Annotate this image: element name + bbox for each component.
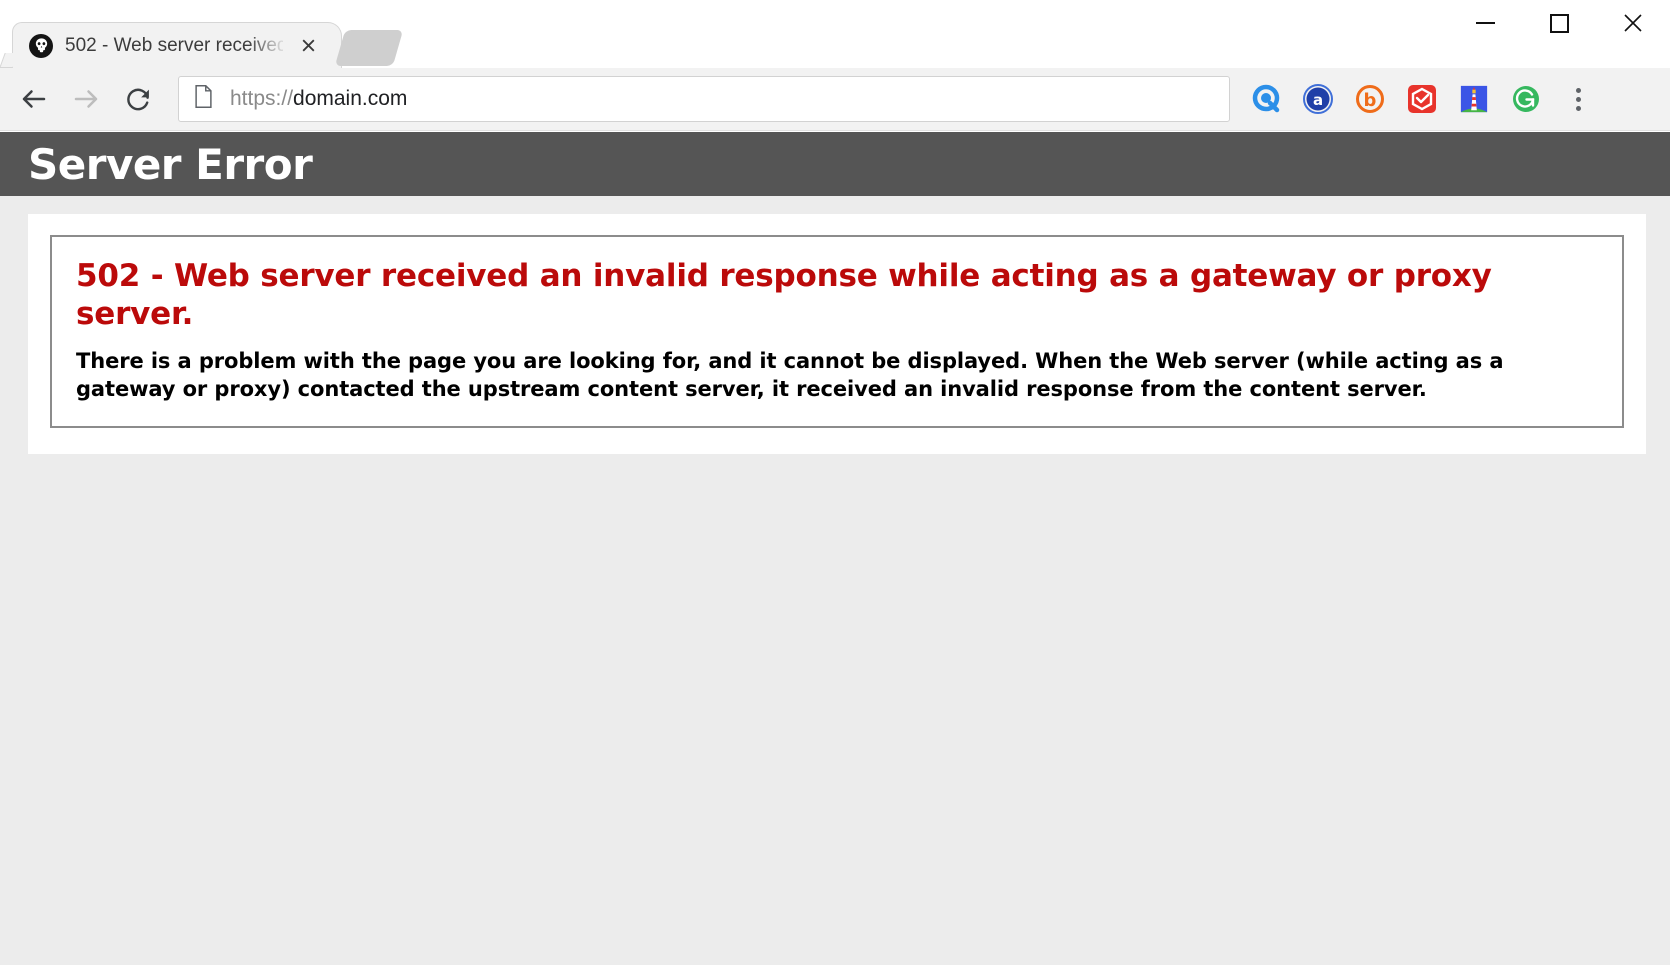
- svg-text:b: b: [1364, 90, 1377, 111]
- url-scheme: https://: [230, 87, 294, 110]
- page-content: Server Error 502 - Web server received a…: [0, 132, 1670, 965]
- minimize-button[interactable]: [1448, 0, 1522, 46]
- url-text: https://domain.com: [230, 87, 407, 111]
- maximize-button[interactable]: [1522, 0, 1596, 46]
- new-tab-placeholder[interactable]: [334, 30, 404, 66]
- browser-toolbar: https://domain.com a b: [0, 68, 1670, 131]
- tab-close-icon[interactable]: [297, 35, 319, 57]
- lighthouse-extension-icon[interactable]: [1448, 73, 1500, 125]
- svg-text:a: a: [1313, 91, 1323, 109]
- page-title: Server Error: [28, 139, 313, 189]
- error-description: There is a problem with the page you are…: [76, 348, 1504, 401]
- alexa-extension-icon[interactable]: a: [1292, 73, 1344, 125]
- buzzsumo-extension-icon[interactable]: b: [1344, 73, 1396, 125]
- refresh-g-extension-icon[interactable]: [1500, 73, 1552, 125]
- skull-icon: [29, 33, 53, 58]
- title-bar: 502 - Web server received an invalid res…: [0, 0, 1670, 68]
- forward-button: [60, 73, 112, 125]
- back-button[interactable]: [8, 73, 60, 125]
- grammarly-extension-icon[interactable]: [1396, 73, 1448, 125]
- tab-502-error[interactable]: 502 - Web server received an invalid res…: [12, 22, 342, 68]
- tab-title: 502 - Web server received an invalid res…: [65, 34, 283, 56]
- browser-window: 502 - Web server received an invalid res…: [0, 0, 1670, 965]
- error-banner: Server Error: [0, 132, 1670, 196]
- error-message-box: 502 - Web server received an invalid res…: [50, 235, 1624, 428]
- window-controls: [1448, 0, 1670, 46]
- content-card: 502 - Web server received an invalid res…: [28, 214, 1646, 454]
- close-button[interactable]: [1596, 0, 1670, 46]
- url-host: domain.com: [293, 87, 408, 110]
- document-icon: [193, 84, 214, 114]
- tab-strip: 502 - Web server received an invalid res…: [0, 0, 1300, 68]
- chrome-menu-icon[interactable]: [1554, 73, 1602, 125]
- search-q-extension-icon[interactable]: [1240, 73, 1292, 125]
- reload-button[interactable]: [112, 73, 164, 125]
- extension-tray: a b: [1240, 73, 1602, 125]
- error-heading: 502 - Web server received an invalid res…: [76, 258, 1492, 333]
- address-bar[interactable]: https://domain.com: [178, 76, 1230, 122]
